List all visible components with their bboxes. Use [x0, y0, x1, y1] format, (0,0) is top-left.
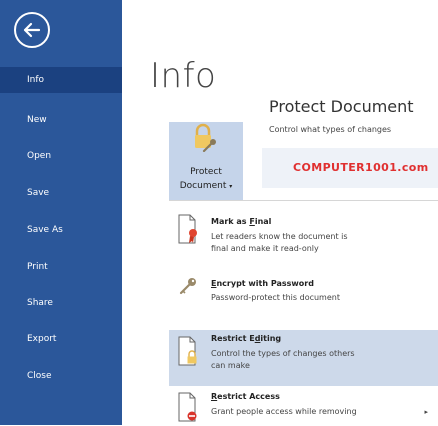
document-block-icon [178, 392, 197, 422]
restrict-access-desc: Grant people access while removing [211, 406, 411, 418]
nav-open[interactable]: Open [0, 143, 122, 169]
watermark-banner: COMPUTER1001.com [262, 148, 438, 188]
nav-export[interactable]: Export [0, 326, 122, 352]
dropdown-caret-icon: ▾ [229, 183, 233, 190]
restrict-access-desc-line-1: Grant people access while removing [211, 407, 357, 416]
protect-document-description: Control what types of changes [269, 125, 392, 134]
protect-label-2: Document ▾ [169, 181, 243, 191]
encrypt-title-rest: ncrypt with Password [216, 279, 314, 288]
menu-item-mark-as-final[interactable]: Mark as Final Let readers know the docum… [169, 201, 438, 269]
menu-item-restrict-access[interactable]: Restrict Access Grant people access whil… [169, 386, 438, 426]
restrict-editing-desc: Control the types of changes others can … [211, 348, 411, 372]
nav-print[interactable]: Print [0, 254, 122, 280]
info-pane: Info Protect Document ▾ Protect Document… [122, 0, 438, 426]
nav-info[interactable]: Info [0, 67, 122, 93]
restrict-editing-title-prefix: Restrict E [211, 334, 255, 343]
encrypt-desc-line-1: Password-protect this document [211, 293, 340, 302]
mark-as-final-desc: Let readers know the document is final a… [211, 231, 411, 255]
restrict-editing-desc-line-2: can make [211, 361, 250, 370]
protect-document-heading: Protect Document [269, 97, 414, 116]
restrict-editing-desc-line-1: Control the types of changes others [211, 349, 355, 358]
nav-save-as[interactable]: Save As [0, 217, 122, 243]
nav-new[interactable]: New [0, 107, 122, 133]
mark-as-final-title: Mark as Final [211, 217, 271, 226]
document-ribbon-icon [178, 214, 197, 244]
page-title: Info [150, 56, 217, 96]
menu-item-encrypt-with-password[interactable]: Encrypt with Password Password-protect t… [169, 269, 438, 309]
back-button[interactable] [14, 12, 50, 48]
backstage-sidebar: Info New Open Save Save As Print Share E… [0, 0, 122, 425]
encrypt-title: Encrypt with Password [211, 279, 314, 288]
menu-item-restrict-editing[interactable]: Restrict Editing Control the types of ch… [169, 330, 438, 386]
protect-document-menu: Mark as Final Let readers know the docum… [169, 200, 438, 426]
nav-save[interactable]: Save [0, 180, 122, 206]
document-lock-icon [178, 336, 197, 366]
nav-close[interactable]: Close [0, 363, 122, 389]
key-icon [179, 278, 196, 295]
watermark-text: COMPUTER1001.com [293, 161, 429, 174]
submenu-arrow-icon: ▸ [424, 408, 428, 416]
mark-as-final-title-prefix: Mark as [211, 217, 250, 226]
mark-as-final-desc-line-2: final and make it read-only [211, 244, 319, 253]
protect-document-button[interactable]: Protect Document ▾ [169, 122, 243, 200]
lock-key-icon [195, 123, 216, 152]
restrict-access-title-rest: estrict Access [217, 392, 280, 401]
mark-as-final-desc-line-1: Let readers know the document is [211, 232, 348, 241]
protect-label-2-text: Document [179, 181, 227, 191]
mark-as-final-title-rest: inal [254, 217, 272, 226]
restrict-editing-title: Restrict Editing [211, 334, 281, 343]
restrict-editing-title-rest: iting [260, 334, 282, 343]
restrict-access-title: Restrict Access [211, 392, 280, 401]
protect-label-1: Protect [190, 167, 222, 177]
encrypt-desc: Password-protect this document [211, 292, 411, 304]
nav-share[interactable]: Share [0, 290, 122, 316]
back-arrow-icon [23, 22, 41, 38]
